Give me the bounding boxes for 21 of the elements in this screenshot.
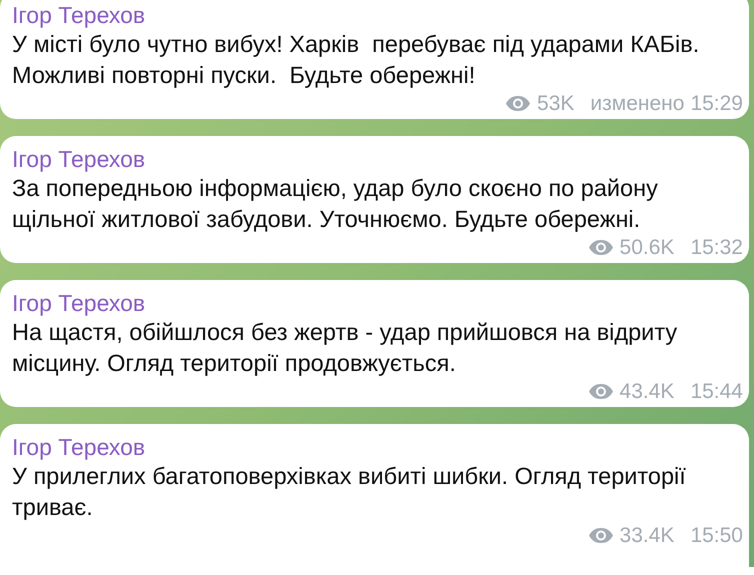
author-name[interactable]: Ігор Терехов [12, 2, 146, 29]
message-text: У прилеглих багатоповерхівках вибиті шибки. Огляд території триває. [12, 462, 686, 522]
eye-icon [505, 95, 532, 112]
edited-label: изменено [590, 91, 684, 116]
message-time: 15:44 [690, 379, 743, 404]
view-count: 53K [537, 91, 574, 116]
message-time: 15:29 [690, 91, 743, 116]
author-name[interactable]: Ігор Терехов [12, 146, 146, 173]
message-text: На щастя, обійшлося без жертв - удар прийшовся на відриту місцину. Огляд території продовжується. [12, 318, 678, 378]
view-count: 33.4K [620, 523, 674, 548]
view-count: 43.4K [620, 379, 674, 404]
message-text: За попередньою інформацією, удар було скоєно по району щільної житлової забудови. Уточнюємо. Будьте обережні. [12, 174, 658, 234]
message-time: 15:50 [690, 523, 743, 548]
author-name[interactable]: Ігор Терехов [12, 290, 146, 317]
eye-icon [588, 527, 614, 544]
message-text: У місті було чутно вибух! Харків перебуває під ударами КАБів. Можливі повторні пуски. Будьте обережні! [12, 30, 700, 90]
eye-icon [588, 239, 614, 256]
message-time: 15:32 [690, 235, 743, 260]
eye-icon [588, 383, 614, 400]
view-count: 50.6K [620, 235, 674, 260]
author-name[interactable]: Ігор Терехов [12, 434, 146, 461]
